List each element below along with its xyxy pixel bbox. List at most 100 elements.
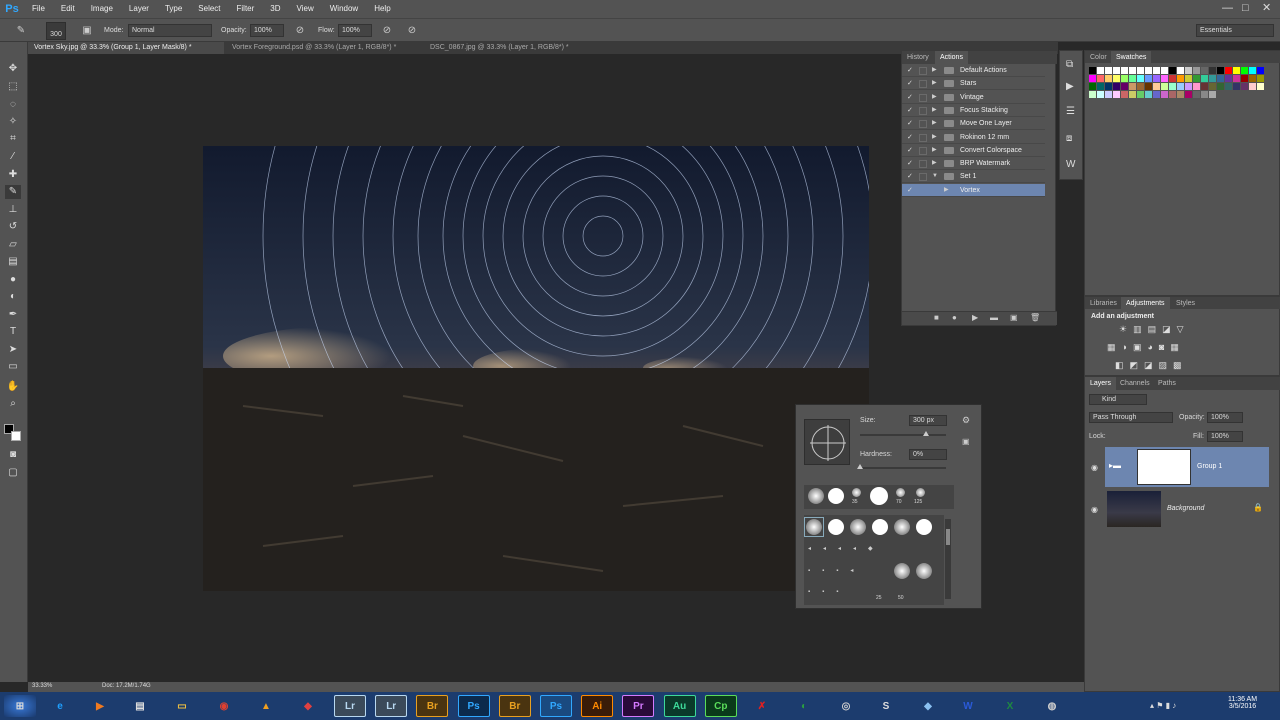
color-swatch[interactable] bbox=[1241, 75, 1248, 82]
new-preset-icon[interactable]: ▣ bbox=[962, 437, 970, 446]
hardness-field[interactable]: 0% bbox=[909, 449, 947, 460]
color-swatch[interactable] bbox=[1105, 91, 1112, 98]
hand-tool-icon[interactable]: ✋ bbox=[5, 380, 21, 394]
checkmark-icon[interactable]: ✓ bbox=[907, 170, 915, 183]
delete-action-icon[interactable]: 🗑 bbox=[1030, 313, 1040, 322]
mode-dropdown[interactable]: Normal bbox=[128, 24, 212, 37]
gradient-tool-icon[interactable]: ▤ bbox=[5, 255, 21, 269]
zoom-level[interactable]: 33.33% bbox=[32, 683, 52, 689]
color-swatch[interactable] bbox=[1137, 75, 1144, 82]
layer-filter-dropdown[interactable]: Kind bbox=[1089, 394, 1147, 405]
tab-layers[interactable]: Layers bbox=[1085, 377, 1117, 390]
action-item[interactable]: ✓ ▶ Default Actions bbox=[902, 64, 1045, 77]
menu-view[interactable]: View bbox=[289, 0, 322, 18]
tab-channels[interactable]: Channels bbox=[1115, 377, 1155, 390]
brush-tool-icon[interactable]: ✎ bbox=[5, 185, 21, 199]
taskbar-app-icon[interactable]: Ps bbox=[457, 695, 490, 717]
color-swatch[interactable] bbox=[1169, 91, 1176, 98]
color-swatch[interactable] bbox=[1153, 91, 1160, 98]
action-item[interactable]: ✓ ▶ Move One Layer bbox=[902, 117, 1045, 131]
taskbar-app-icon[interactable]: Br bbox=[498, 695, 531, 717]
visibility-eye-icon[interactable]: ◉ bbox=[1091, 505, 1098, 514]
color-swatch[interactable] bbox=[1185, 91, 1192, 98]
quick-mask-icon[interactable]: ◙ bbox=[5, 448, 21, 462]
expand-triangle-icon[interactable]: ▶ bbox=[932, 64, 937, 77]
brush-grid-scrollbar[interactable] bbox=[945, 519, 951, 599]
actions-panel-icon[interactable]: ▶ bbox=[1066, 81, 1074, 92]
dialog-toggle-box[interactable] bbox=[919, 146, 927, 155]
color-swatch[interactable] bbox=[1177, 67, 1184, 74]
taskbar-app-icon[interactable]: Lr bbox=[375, 695, 408, 717]
flow-field[interactable]: 100% bbox=[338, 24, 372, 37]
color-swatch[interactable] bbox=[1233, 75, 1240, 82]
color-swatch[interactable] bbox=[1201, 91, 1208, 98]
color-swatch[interactable] bbox=[1153, 75, 1160, 82]
menu-type[interactable]: Type bbox=[157, 0, 190, 18]
brush-panel-toggle-icon[interactable]: ▣ bbox=[80, 24, 94, 38]
color-swatch[interactable] bbox=[1145, 83, 1152, 90]
color-swatch[interactable] bbox=[1225, 75, 1232, 82]
color-swatch[interactable] bbox=[1153, 67, 1160, 74]
start-button-icon[interactable]: ⊞ bbox=[4, 695, 36, 717]
opacity-field[interactable]: 100% bbox=[250, 24, 284, 37]
pressure-size-icon[interactable]: ⊘ bbox=[405, 24, 419, 38]
pen-tool-icon[interactable]: ✒ bbox=[5, 308, 21, 322]
dialog-toggle-box[interactable] bbox=[919, 120, 927, 129]
word-icon[interactable]: W bbox=[952, 695, 984, 717]
dodge-tool-icon[interactable]: ◐ bbox=[5, 290, 21, 304]
shape-tool-icon[interactable]: ▭ bbox=[5, 360, 21, 374]
color-swatch[interactable] bbox=[1169, 83, 1176, 90]
taskbar-app-icon[interactable]: Au bbox=[663, 695, 696, 717]
menu-file[interactable]: File bbox=[24, 0, 53, 18]
menu-layer[interactable]: Layer bbox=[121, 0, 157, 18]
zoom-tool-icon[interactable]: ⌕ bbox=[5, 397, 21, 411]
menu-help[interactable]: Help bbox=[366, 0, 398, 18]
color-swatch[interactable] bbox=[1153, 83, 1160, 90]
properties-panel-icon[interactable]: ☰ bbox=[1066, 106, 1075, 117]
action-item[interactable]: ✓ ▶ Vintage bbox=[902, 91, 1045, 104]
marquee-tool-icon[interactable]: ⬚ bbox=[5, 80, 21, 94]
dialog-toggle-box[interactable] bbox=[919, 80, 927, 89]
menu-image[interactable]: Image bbox=[83, 0, 121, 18]
color-swatch[interactable] bbox=[1097, 75, 1104, 82]
hardness-slider-thumb[interactable] bbox=[857, 464, 863, 469]
layer-opacity-field[interactable]: 100% bbox=[1207, 412, 1243, 423]
document-canvas[interactable] bbox=[203, 146, 869, 591]
doc-size[interactable]: Doc: 17.2M/1.74G bbox=[102, 683, 151, 689]
color-swatch[interactable] bbox=[1177, 83, 1184, 90]
hardness-slider[interactable] bbox=[857, 464, 946, 469]
type-tool-icon[interactable]: T bbox=[5, 325, 21, 339]
screen-mode-icon[interactable]: ▢ bbox=[5, 466, 21, 480]
app-icon[interactable]: ◍ bbox=[1036, 695, 1068, 717]
checkmark-icon[interactable]: ✓ bbox=[907, 144, 915, 157]
menu-edit[interactable]: Edit bbox=[53, 0, 83, 18]
checkmark-icon[interactable]: ✓ bbox=[907, 91, 915, 104]
adjustment-icons-row3[interactable]: ◧◩◪▨▩ bbox=[1115, 360, 1188, 371]
layer-row-group-1[interactable]: Group 1 ▸▬ bbox=[1105, 447, 1269, 487]
color-swatch[interactable] bbox=[1177, 75, 1184, 82]
path-select-tool-icon[interactable]: ➤ bbox=[5, 343, 21, 357]
action-item[interactable]: ✓ ▶ Convert Colorspace bbox=[902, 144, 1045, 157]
taskbar-app-icon[interactable]: Pr bbox=[622, 695, 655, 717]
color-swatch[interactable] bbox=[1193, 83, 1200, 90]
color-swatch[interactable] bbox=[1217, 75, 1224, 82]
checkmark-icon[interactable]: ✓ bbox=[907, 131, 915, 144]
expand-triangle-icon[interactable]: ▶ bbox=[932, 104, 937, 117]
clock[interactable]: 11:36 AM 3/5/2016 bbox=[1228, 696, 1257, 710]
color-swatch[interactable] bbox=[1145, 67, 1152, 74]
eraser-tool-icon[interactable]: ▱ bbox=[5, 238, 21, 252]
color-swatch[interactable] bbox=[1161, 75, 1168, 82]
app-icon[interactable]: ◐ bbox=[788, 695, 820, 717]
color-swatch[interactable] bbox=[1185, 83, 1192, 90]
size-slider-thumb[interactable] bbox=[923, 431, 929, 436]
dialog-toggle-box[interactable] bbox=[919, 106, 927, 115]
checkmark-icon[interactable]: ✓ bbox=[907, 64, 915, 77]
blend-mode-dropdown[interactable]: Pass Through bbox=[1089, 412, 1173, 423]
color-swatch[interactable] bbox=[1233, 67, 1240, 74]
play-action-icon[interactable]: ▶ bbox=[972, 313, 978, 322]
taskbar-app-icon[interactable]: Ps bbox=[540, 695, 572, 717]
color-swatch[interactable] bbox=[1113, 91, 1120, 98]
color-swatch[interactable] bbox=[1113, 75, 1120, 82]
vlc-icon[interactable]: ▲ bbox=[250, 695, 282, 717]
app-icon[interactable]: ◆ bbox=[292, 695, 324, 717]
